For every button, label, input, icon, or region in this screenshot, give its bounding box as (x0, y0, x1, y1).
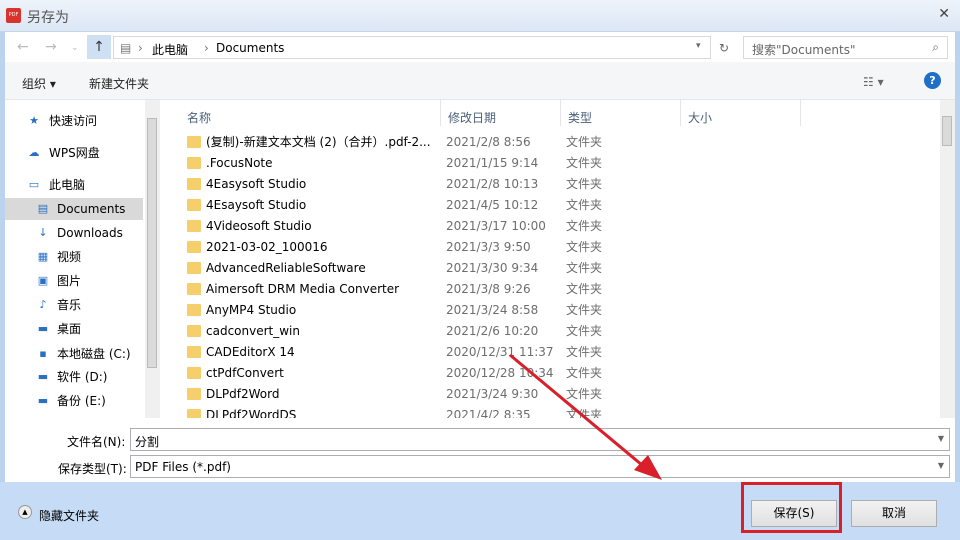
annotation-arrow (509, 353, 662, 480)
